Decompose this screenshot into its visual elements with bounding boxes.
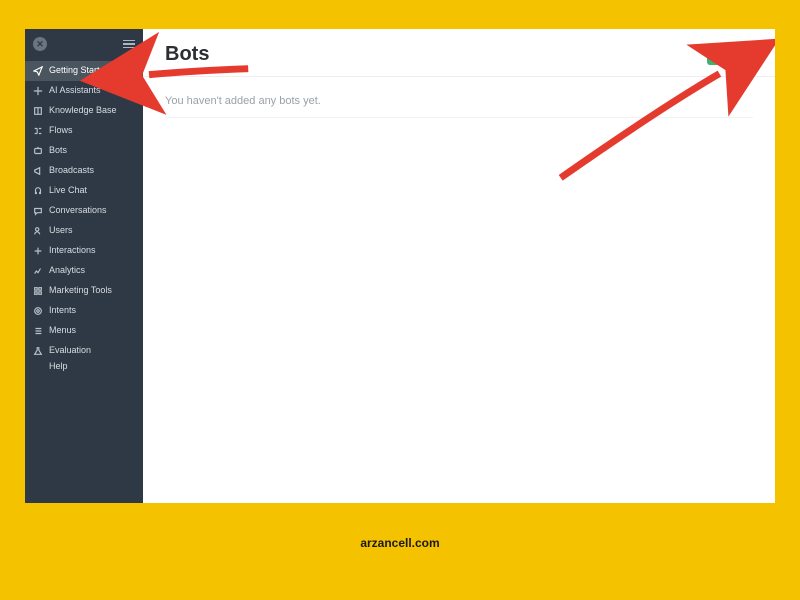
- sidebar-top: ✕: [25, 29, 143, 61]
- sidebar-bottom: Evaluation Help: [25, 343, 143, 375]
- sidebar-item-label: Knowledge Base: [49, 106, 117, 116]
- megaphone-icon: [33, 166, 43, 176]
- sidebar-item-label: Flows: [49, 126, 73, 136]
- headset-icon: [33, 186, 43, 196]
- sidebar-item-live-chat[interactable]: Live Chat: [25, 181, 143, 201]
- users-icon: [33, 226, 43, 236]
- sidebar-item-label: Conversations: [49, 206, 107, 216]
- app-frame: ✕ Getting Started AI Assistants Know: [22, 26, 778, 506]
- list-icon: [33, 326, 43, 336]
- target-icon: [33, 306, 43, 316]
- sidebar-item-label: Marketing Tools: [49, 286, 112, 296]
- sidebar-item-intents[interactable]: Intents: [25, 301, 143, 321]
- sidebar-item-label: Intents: [49, 306, 76, 316]
- sidebar-item-label: Menus: [49, 326, 76, 336]
- sidebar-item-evaluation[interactable]: Evaluation: [25, 343, 143, 359]
- sidebar-item-label: Users: [49, 226, 73, 236]
- sidebar-item-label: Interactions: [49, 246, 96, 256]
- outer-frame: ✕ Getting Started AI Assistants Know: [0, 0, 800, 600]
- interactions-icon: [33, 246, 43, 256]
- sidebar-item-menus[interactable]: Menus: [25, 321, 143, 341]
- sidebar-item-label: Evaluation: [49, 346, 91, 356]
- footer-caption: arzancell.com: [360, 536, 439, 550]
- sidebar-item-getting-started[interactable]: Getting Started: [25, 61, 143, 81]
- sidebar-item-bots[interactable]: Bots: [25, 141, 143, 161]
- sidebar-item-label: Analytics: [49, 266, 85, 276]
- new-button[interactable]: + New: [707, 44, 759, 65]
- sidebar-item-label: AI Assistants: [49, 86, 101, 96]
- sidebar-item-interactions[interactable]: Interactions: [25, 241, 143, 261]
- flask-icon: [33, 346, 43, 356]
- sidebar-item-label: Getting Started: [49, 66, 110, 76]
- sidebar-item-broadcasts[interactable]: Broadcasts: [25, 161, 143, 181]
- sidebar-item-label: Help: [49, 362, 68, 372]
- sidebar-item-knowledge-base[interactable]: Knowledge Base: [25, 101, 143, 121]
- page-title: Bots: [165, 43, 209, 66]
- sidebar-item-label: Broadcasts: [49, 166, 94, 176]
- empty-state-text: You haven't added any bots yet.: [165, 95, 753, 118]
- sidebar-item-conversations[interactable]: Conversations: [25, 201, 143, 221]
- sidebar: ✕ Getting Started AI Assistants Know: [25, 29, 143, 503]
- chat-icon: [33, 206, 43, 216]
- new-button-label: New: [728, 49, 749, 60]
- main: Bots + New You haven't added any bots ye…: [143, 29, 775, 503]
- sidebar-item-help[interactable]: Help: [25, 359, 143, 375]
- book-icon: [33, 106, 43, 116]
- help-icon: [33, 362, 43, 372]
- paper-plane-icon: [33, 66, 43, 76]
- bot-icon: [33, 146, 43, 156]
- plus-icon: +: [717, 49, 723, 60]
- grid-icon: [33, 286, 43, 296]
- content: You haven't added any bots yet.: [143, 77, 775, 136]
- sidebar-item-users[interactable]: Users: [25, 221, 143, 241]
- main-header: Bots + New: [143, 29, 775, 77]
- flow-icon: [33, 126, 43, 136]
- analytics-icon: [33, 266, 43, 276]
- sidebar-item-ai-assistants[interactable]: AI Assistants: [25, 81, 143, 101]
- brand-logo-icon: ✕: [33, 37, 47, 51]
- sidebar-item-label: Bots: [49, 146, 67, 156]
- sidebar-item-analytics[interactable]: Analytics: [25, 261, 143, 281]
- brand[interactable]: ✕: [33, 37, 47, 51]
- sidebar-item-flows[interactable]: Flows: [25, 121, 143, 141]
- app: ✕ Getting Started AI Assistants Know: [25, 29, 775, 503]
- sparkle-icon: [33, 86, 43, 96]
- menu-toggle-icon[interactable]: [123, 40, 135, 49]
- sidebar-item-label: Live Chat: [49, 186, 87, 196]
- sidebar-item-marketing-tools[interactable]: Marketing Tools: [25, 281, 143, 301]
